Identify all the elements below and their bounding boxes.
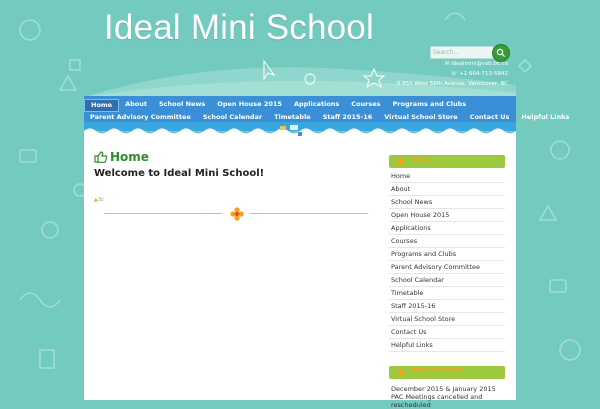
- nav-row-primary: Home About School News Open House 2015 A…: [84, 98, 472, 112]
- nav-item-applications[interactable]: Applications: [288, 98, 345, 111]
- sidebar-item-staff[interactable]: Staff 2015-16: [389, 300, 505, 313]
- sidebar-item-school-news[interactable]: School News: [389, 196, 505, 209]
- recent-post-link[interactable]: December 2015 & January 2015 PAC Meeting…: [391, 385, 503, 409]
- search-input[interactable]: Search...: [430, 46, 494, 59]
- nav-item-about[interactable]: About: [119, 98, 153, 111]
- nav-item-open-house[interactable]: Open House 2015: [211, 98, 288, 111]
- wave-divider: [84, 122, 516, 138]
- sidebar-pages-list: Home About School News Open House 2015 A…: [389, 170, 505, 352]
- sidebar-item-school-calendar[interactable]: School Calendar: [389, 274, 505, 287]
- welcome-heading: Welcome to Ideal Mini School!: [94, 168, 265, 179]
- nav-item-programs-clubs[interactable]: Programs and Clubs: [387, 98, 473, 111]
- contact-phone: ☏ +1 604-713-5842: [450, 71, 508, 77]
- sidebar-item-courses[interactable]: Courses: [389, 235, 505, 248]
- sidebar-item-home[interactable]: Home: [389, 170, 505, 183]
- sidebar-item-about[interactable]: About: [389, 183, 505, 196]
- thumbs-up-icon: [94, 151, 107, 163]
- contact-address: ⚲ 855 West 59th Avenue, Vancouver, BC: [396, 81, 508, 87]
- sidebar-item-programs-clubs[interactable]: Programs and Clubs: [389, 248, 505, 261]
- sidebar-item-contact-us[interactable]: Contact Us: [389, 326, 505, 339]
- nav-item-helpful-links[interactable]: Helpful Links: [515, 111, 575, 124]
- search-icon: [496, 48, 506, 58]
- nav-item-school-news[interactable]: School News: [153, 98, 211, 111]
- page-title: Home: [110, 150, 149, 164]
- sidebar-item-virtual-store[interactable]: Virtual School Store: [389, 313, 505, 326]
- divider-line-right: [250, 213, 368, 214]
- sidebar-item-open-house[interactable]: Open House 2015: [389, 209, 505, 222]
- recent-posts-icon: [397, 369, 404, 376]
- sidebar-item-pac[interactable]: Parent Advisory Committee: [389, 261, 505, 274]
- contact-email[interactable]: ✉ idealmini@vsb.bc.ca: [445, 61, 508, 67]
- sidebar-item-applications[interactable]: Applications: [389, 222, 505, 235]
- phone-icon: ☏: [450, 71, 460, 77]
- sidebar-item-helpful-links[interactable]: Helpful Links: [389, 339, 505, 352]
- sidebar-pages-header: PAGES: [389, 155, 505, 168]
- post-author[interactable]: ▲3c: [94, 197, 104, 203]
- flower-icon: [230, 207, 244, 221]
- sidebar-recent-posts-header: RECENT POSTS: [389, 366, 505, 379]
- divider-line-left: [104, 213, 222, 214]
- nav-item-courses[interactable]: Courses: [345, 98, 386, 111]
- site-title[interactable]: Ideal Mini School: [104, 8, 374, 48]
- search-button[interactable]: [492, 44, 510, 62]
- pages-icon: [397, 158, 404, 165]
- sidebar-item-timetable[interactable]: Timetable: [389, 287, 505, 300]
